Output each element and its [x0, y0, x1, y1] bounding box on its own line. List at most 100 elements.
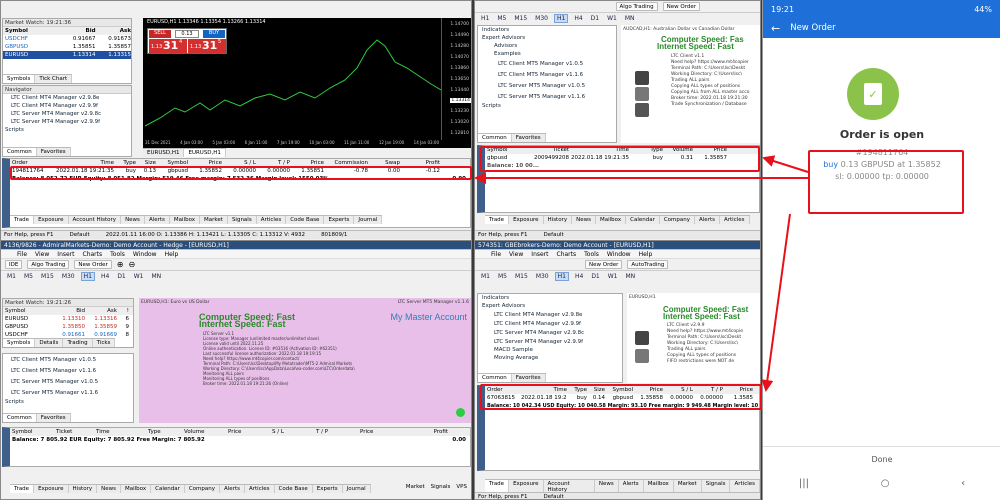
algo-trading-button[interactable]: Algo Trading — [615, 2, 658, 11]
nav-item[interactable]: LTC Client MT5 Manager v1.0.5 — [478, 58, 616, 69]
tab-favorites[interactable]: Favorites — [36, 414, 71, 422]
tab-market[interactable]: Market — [200, 216, 228, 224]
nav-item[interactable]: LTC Client MT4 Manager v2.9.9f — [3, 102, 131, 110]
tab-common[interactable]: Common — [3, 414, 37, 422]
tf-button[interactable]: D1 — [589, 15, 601, 22]
tf-button[interactable]: W1 — [132, 273, 146, 280]
nav-item[interactable]: MACD Sample — [478, 346, 622, 354]
chart-eurusd[interactable]: EURUSD,H1 1.13346 1.13354 1.13266 1.1331… — [143, 18, 471, 148]
tf-button[interactable]: H1 — [554, 271, 569, 281]
tab-code-base[interactable]: Code Base — [274, 485, 313, 493]
tf-button[interactable]: M5 — [495, 15, 508, 22]
tf-button[interactable]: MN — [624, 273, 638, 280]
mw-row[interactable]: EURUSD 1.13310 1.13316 6 — [3, 315, 133, 323]
nav-item[interactable]: LTC Server MT5 Manager v1.0.5 — [478, 80, 616, 91]
nav-item[interactable]: Scripts — [478, 102, 616, 110]
nav-item[interactable]: Indicators — [478, 294, 622, 302]
tab-articles[interactable]: Articles — [719, 216, 750, 224]
back-arrow-icon[interactable]: ← — [771, 22, 780, 35]
tab-journal[interactable]: Journal — [354, 216, 383, 224]
mw-row[interactable]: USDCHF 0.91667 0.91673 — [3, 35, 131, 43]
tab-journal[interactable]: Journal — [342, 485, 371, 493]
tab-common[interactable]: Common — [3, 148, 37, 156]
market-button[interactable]: Market — [406, 484, 425, 490]
tab-history[interactable]: History — [543, 216, 573, 224]
tf-button[interactable]: M15 — [39, 273, 56, 280]
chart-eurusd-client[interactable]: EURUSD,H1 Computer Speed: Fast Internet … — [627, 293, 760, 383]
nav-item[interactable]: LTC Client MT4 Manager v2.9.8e — [3, 94, 131, 102]
nav-item[interactable]: LTC Server MT5 Manager v1.0.5 — [3, 376, 133, 387]
tab-mailbox[interactable]: Mailbox — [169, 216, 201, 224]
tf-button[interactable]: H1 — [479, 15, 491, 22]
tab-ticks[interactable]: Ticks — [92, 339, 116, 347]
menu-tools[interactable]: Tools — [584, 251, 599, 258]
tab-details[interactable]: Details — [35, 339, 64, 347]
tab-company[interactable]: Company — [184, 485, 221, 493]
new-order-button[interactable]: New Order — [74, 260, 112, 269]
tab-favorites[interactable]: Favorites — [511, 134, 546, 142]
algo-trading-button[interactable]: Algo Trading — [27, 260, 70, 269]
menu-charts[interactable]: Charts — [557, 251, 577, 258]
menu-view[interactable]: View — [35, 251, 49, 258]
menu-insert[interactable]: Insert — [57, 251, 74, 258]
nav-item[interactable]: LTC Client MT5 Manager v1.1.6 — [478, 69, 616, 80]
tab-favorites[interactable]: Favorites — [511, 374, 546, 382]
tab-trading[interactable]: Trading — [63, 339, 93, 347]
new-order-button[interactable]: New Order — [662, 2, 700, 11]
tab-news[interactable]: News — [121, 216, 145, 224]
nav-item[interactable]: LTC Client MT4 Manager v2.9.8e — [478, 310, 622, 319]
nav-item[interactable]: Scripts — [3, 398, 133, 406]
menu-file[interactable]: File — [491, 251, 501, 258]
tf-button[interactable]: M1 — [479, 273, 492, 280]
recents-icon[interactable]: ||| — [799, 478, 809, 489]
tab-exposure[interactable]: Exposure — [34, 485, 69, 493]
tab-history[interactable]: History — [68, 485, 98, 493]
nav-item[interactable]: LTC Server MT4 Manager v2.9.9f — [3, 118, 131, 126]
tab-exposure[interactable]: Exposure — [509, 216, 544, 224]
zoom-out-icon[interactable]: ⊖ — [129, 260, 136, 269]
nav-item[interactable]: Examples — [478, 50, 616, 58]
menu-insert[interactable]: Insert — [531, 251, 548, 258]
mw-row-selected[interactable]: EURUSD 1.13314 1.13315 — [3, 51, 131, 59]
home-icon[interactable]: ○ — [881, 478, 890, 489]
nav-item[interactable]: Indicators — [478, 26, 616, 34]
tf-button[interactable]: M30 — [534, 273, 551, 280]
nav-item[interactable]: Moving Average — [478, 354, 622, 362]
tab-calendar[interactable]: Calendar — [151, 485, 185, 493]
tab-experts[interactable]: Experts — [312, 485, 343, 493]
nav-item[interactable]: LTC Server MT4 Manager v2.9.8c — [478, 328, 622, 337]
nav-item[interactable]: LTC Client MT5 Manager v1.0.5 — [3, 354, 133, 365]
tf-button[interactable]: M1 — [5, 273, 18, 280]
menu-help[interactable]: Help — [639, 251, 653, 258]
menu-window[interactable]: Window — [133, 251, 157, 258]
chart-tab[interactable]: EURUSD,H1 — [184, 149, 226, 157]
tab-articles[interactable]: Articles — [256, 216, 287, 224]
nav-item[interactable]: LTC Client MT4 Manager v2.9.9f — [478, 319, 622, 328]
tf-button[interactable]: H1 — [80, 271, 95, 281]
tab-account-history[interactable]: Account History — [68, 216, 122, 224]
tf-button[interactable]: M30 — [533, 15, 550, 22]
tf-button[interactable]: M5 — [496, 273, 509, 280]
nav-item[interactable]: LTC Server MT5 Manager v1.1.6 — [478, 91, 616, 102]
nav-item[interactable]: LTC Server MT4 Manager v2.9.9f — [478, 337, 622, 346]
tab-symbols[interactable]: Symbols — [3, 339, 36, 347]
tf-button[interactable]: D1 — [115, 273, 127, 280]
tab-exposure[interactable]: Exposure — [34, 216, 69, 224]
tab-mailbox[interactable]: Mailbox — [120, 485, 152, 493]
tf-button[interactable]: D1 — [589, 273, 601, 280]
tab-trade[interactable]: Trade — [485, 216, 510, 224]
tab-alerts[interactable]: Alerts — [220, 485, 245, 493]
tab-signals[interactable]: Signals — [227, 216, 257, 224]
tab-articles[interactable]: Articles — [244, 485, 275, 493]
back-icon[interactable]: ‹ — [961, 478, 965, 489]
vps-button[interactable]: VPS — [456, 484, 467, 490]
new-order-button[interactable]: New Order — [585, 260, 623, 269]
tab-alerts[interactable]: Alerts — [695, 216, 720, 224]
tab-alerts[interactable]: Alerts — [144, 216, 170, 224]
tab-symbols[interactable]: Symbols — [3, 75, 36, 83]
menu-file[interactable]: File — [17, 251, 27, 258]
zoom-in-icon[interactable]: ⊕ — [117, 260, 124, 269]
menu-charts[interactable]: Charts — [83, 251, 103, 258]
mw-row[interactable]: GBPUSD 1.35851 1.35857 — [3, 43, 131, 51]
chart-eurusd-server[interactable]: EURUSD,H1: Euro vs US Dollar LTC Server … — [139, 298, 471, 423]
